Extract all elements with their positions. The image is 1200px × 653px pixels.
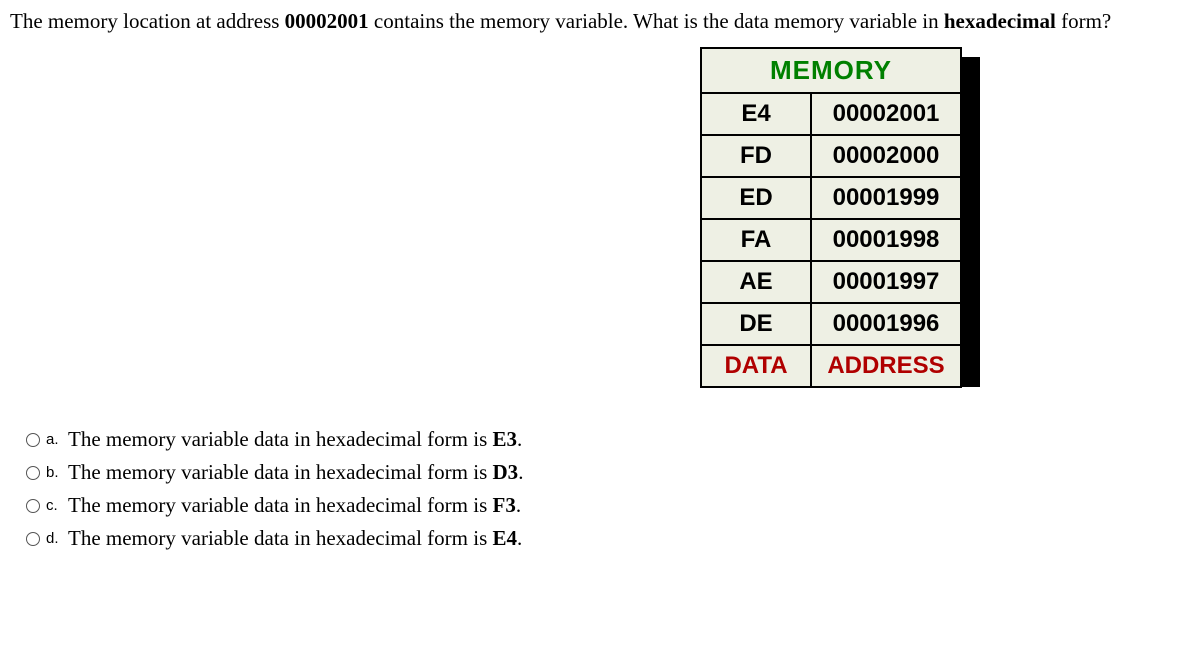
radio-icon[interactable] — [26, 433, 40, 447]
question-mid: contains the memory variable. What is th… — [369, 9, 944, 33]
radio-icon[interactable] — [26, 499, 40, 513]
question-form: hexadecimal — [944, 9, 1056, 33]
option-text: The memory variable data in hexadecimal … — [68, 427, 522, 452]
table-footer: DATA ADDRESS — [701, 345, 961, 387]
question-text: The memory location at address 00002001 … — [10, 8, 1190, 35]
option-text: The memory variable data in hexadecimal … — [68, 526, 522, 551]
option-b[interactable]: b. The memory variable data in hexadecim… — [26, 460, 1190, 485]
question-address: 00002001 — [285, 9, 369, 33]
option-letter: a. — [46, 431, 62, 448]
options-list: a. The memory variable data in hexadecim… — [10, 427, 1190, 551]
radio-icon[interactable] — [26, 532, 40, 546]
memory-addr-cell: 00002000 — [811, 135, 961, 177]
memory-footer-data: DATA — [701, 345, 811, 387]
question-suffix: form? — [1056, 9, 1111, 33]
option-d[interactable]: d. The memory variable data in hexadecim… — [26, 526, 1190, 551]
option-text: The memory variable data in hexadecimal … — [68, 493, 521, 518]
table-row: AE 00001997 — [701, 261, 961, 303]
memory-data-cell: AE — [701, 261, 811, 303]
table-row: FD 00002000 — [701, 135, 961, 177]
memory-footer-addr: ADDRESS — [811, 345, 961, 387]
option-letter: b. — [46, 464, 62, 481]
memory-table: MEMORY E4 00002001 FD 00002000 ED 000019… — [700, 47, 962, 388]
table-row: DE 00001996 — [701, 303, 961, 345]
option-c[interactable]: c. The memory variable data in hexadecim… — [26, 493, 1190, 518]
table-row: E4 00002001 — [701, 93, 961, 135]
memory-addr-cell: 00002001 — [811, 93, 961, 135]
memory-diagram: MEMORY E4 00002001 FD 00002000 ED 000019… — [700, 47, 962, 388]
memory-data-cell: E4 — [701, 93, 811, 135]
question-prefix: The memory location at address — [10, 9, 285, 33]
table-row: FA 00001998 — [701, 219, 961, 261]
memory-data-cell: FD — [701, 135, 811, 177]
table-row: ED 00001999 — [701, 177, 961, 219]
radio-icon[interactable] — [26, 466, 40, 480]
memory-addr-cell: 00001997 — [811, 261, 961, 303]
memory-addr-cell: 00001996 — [811, 303, 961, 345]
memory-header: MEMORY — [701, 48, 961, 93]
option-letter: d. — [46, 530, 62, 547]
option-a[interactable]: a. The memory variable data in hexadecim… — [26, 427, 1190, 452]
memory-data-cell: FA — [701, 219, 811, 261]
memory-addr-cell: 00001998 — [811, 219, 961, 261]
option-letter: c. — [46, 497, 62, 514]
option-text: The memory variable data in hexadecimal … — [68, 460, 523, 485]
memory-data-cell: DE — [701, 303, 811, 345]
memory-data-cell: ED — [701, 177, 811, 219]
memory-addr-cell: 00001999 — [811, 177, 961, 219]
